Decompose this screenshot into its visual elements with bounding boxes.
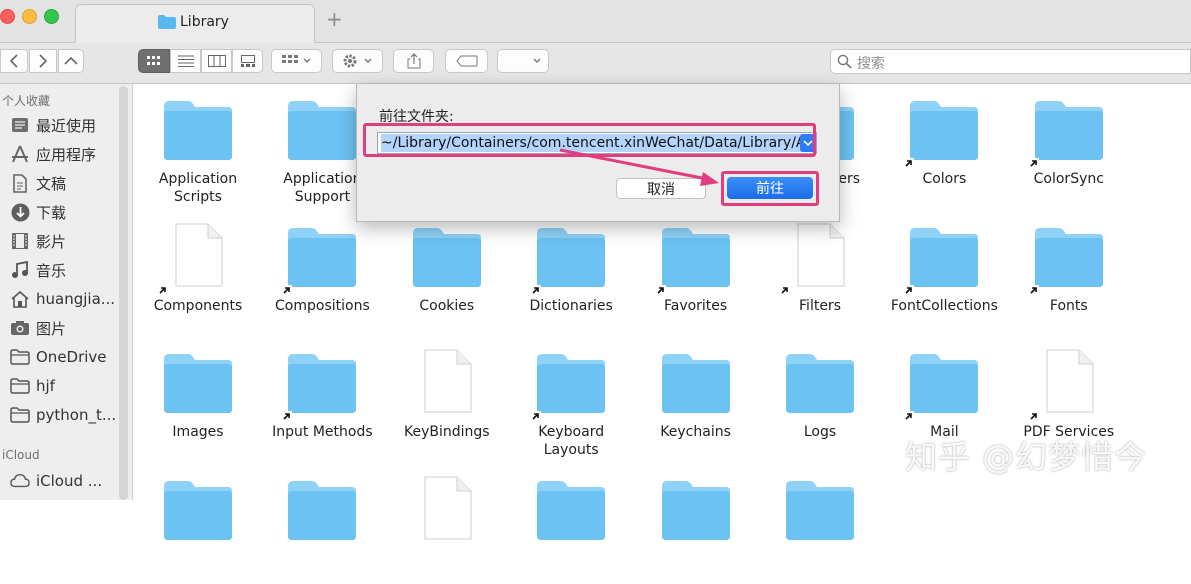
annotation-arrow — [559, 148, 719, 186]
watermark: 知乎 @幻梦惜今 — [905, 438, 1148, 476]
